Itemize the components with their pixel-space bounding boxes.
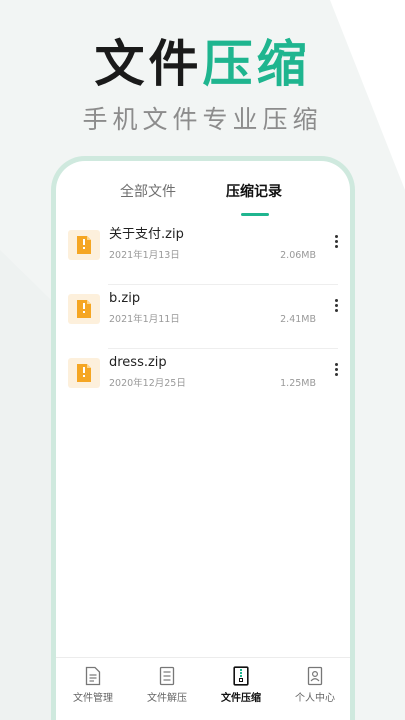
nav-file-compress[interactable]: 文件压缩 (204, 658, 278, 720)
zip-file-icon (68, 230, 100, 260)
file-name: dress.zip (109, 355, 167, 370)
promo-subtitle: 手机文件专业压缩 (82, 105, 323, 134)
bottom-navigation: 文件管理 文件解压 文件压缩 个人中心 (56, 657, 350, 720)
file-list: 关于支付.zip 2021年1月13日 2.06MB b.zip 2021年1月… (56, 221, 350, 413)
list-document-icon (159, 666, 175, 686)
promo-title-green: 压缩 (202, 35, 311, 93)
more-options-icon[interactable] (328, 233, 344, 251)
tab-bar: 全部文件 压缩记录 (56, 181, 350, 221)
document-icon (85, 666, 101, 686)
file-name: 关于支付.zip (109, 227, 184, 242)
phone-frame: 全部文件 压缩记录 关于支付.zip 2021年1月13日 2.06MB b.z… (51, 156, 355, 720)
tab-all-files[interactable]: 全部文件 (120, 181, 176, 203)
file-date: 2021年1月13日 (109, 250, 180, 261)
nav-file-extract[interactable]: 文件解压 (130, 658, 204, 720)
nav-label: 文件解压 (147, 693, 187, 704)
file-row[interactable]: 关于支付.zip 2021年1月13日 2.06MB (56, 221, 350, 285)
file-size: 2.06MB (280, 250, 316, 261)
file-size: 1.25MB (280, 378, 316, 389)
file-row[interactable]: b.zip 2021年1月11日 2.41MB (56, 285, 350, 349)
nav-profile[interactable]: 个人中心 (278, 658, 350, 720)
file-date: 2021年1月11日 (109, 314, 180, 325)
nav-label: 个人中心 (295, 693, 335, 704)
tab-compress-records[interactable]: 压缩记录 (226, 181, 282, 203)
more-options-icon[interactable] (328, 297, 344, 315)
promo-title-dark: 文件 (94, 35, 203, 93)
nav-label: 文件管理 (73, 693, 113, 704)
file-row[interactable]: dress.zip 2020年12月25日 1.25MB (56, 349, 350, 413)
zip-file-icon (68, 294, 100, 324)
nav-label: 文件压缩 (221, 693, 261, 704)
file-date: 2020年12月25日 (109, 378, 186, 389)
zip-file-icon (233, 666, 249, 686)
more-options-icon[interactable] (328, 361, 344, 379)
file-size: 2.41MB (280, 314, 316, 325)
promo-title: 文件压缩 (0, 34, 405, 94)
nav-file-manager[interactable]: 文件管理 (56, 658, 130, 720)
zip-file-icon (68, 358, 100, 388)
profile-card-icon (307, 666, 323, 686)
active-tab-indicator (241, 213, 269, 216)
file-name: b.zip (109, 291, 141, 306)
